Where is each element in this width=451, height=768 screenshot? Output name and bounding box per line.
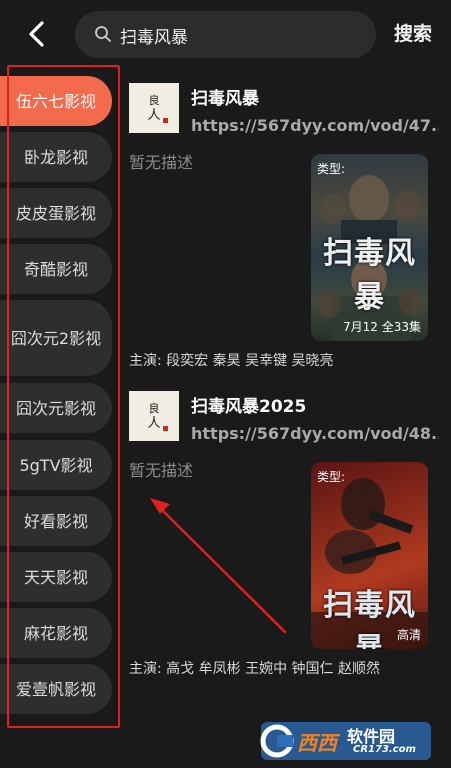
watermark-site-url: CR173.com	[353, 744, 416, 755]
watermark-brand: 西西	[297, 731, 337, 755]
watermark-logo-icon	[260, 722, 431, 760]
site-watermark: 西西 软件园 CR173.com	[253, 718, 433, 764]
annotation-arrow-icon	[150, 498, 287, 634]
